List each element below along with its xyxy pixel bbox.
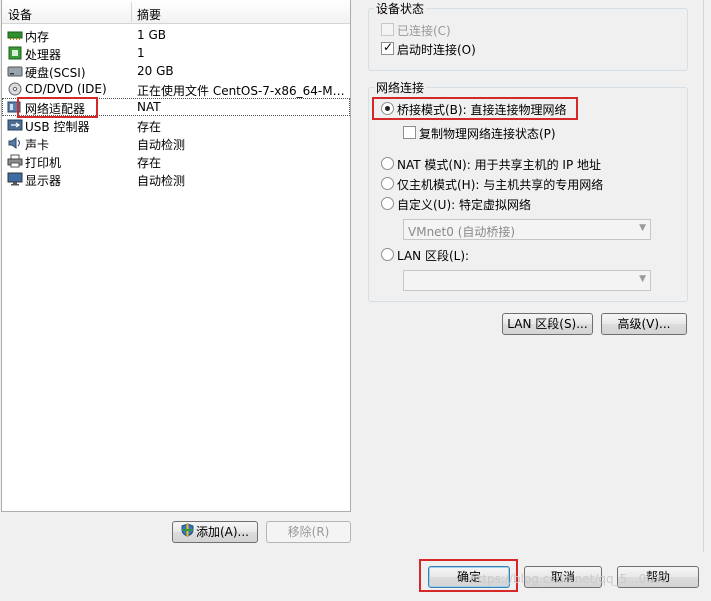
custom-radio[interactable] xyxy=(381,197,394,210)
lan-segments-button[interactable]: LAN 区段(S)... xyxy=(502,313,593,335)
harddisk-icon xyxy=(7,64,23,78)
device-status-group xyxy=(368,8,688,71)
device-list: 设备 摘要 内存 1 GB 处理器 1 硬盘(SCSI) 20 GB CD/DV… xyxy=(1,0,351,512)
custom-network-select[interactable]: VMnet0 (自动桥接) ▼ xyxy=(403,219,651,240)
replicate-state-checkbox[interactable] xyxy=(403,126,416,139)
cd-dvd-icon xyxy=(7,82,23,96)
checkmark-icon: ✓ xyxy=(383,40,394,54)
shield-icon xyxy=(181,522,194,543)
device-name: 硬盘(SCSI) xyxy=(25,66,86,80)
device-summary: NAT xyxy=(137,100,161,114)
radio-selected-dot xyxy=(385,106,390,111)
custom-label: 自定义(U): 特定虚拟网络 xyxy=(397,198,532,212)
network-adapter-icon xyxy=(7,100,23,114)
device-name: 声卡 xyxy=(25,138,50,152)
device-row-cd-dvd[interactable]: CD/DVD (IDE) 正在使用文件 CentOS-7-x86_64-Mi..… xyxy=(2,80,350,98)
custom-network-value: VMnet0 (自动桥接) xyxy=(408,225,516,239)
advanced-label: 高级(V)... xyxy=(617,317,671,331)
lan-segment-radio[interactable] xyxy=(381,248,394,261)
device-status-title: 设备状态 xyxy=(374,0,427,17)
device-list-header: 设备 摘要 xyxy=(2,0,350,24)
printer-icon xyxy=(7,154,23,168)
pane-edge xyxy=(703,0,704,552)
device-row-processor[interactable]: 处理器 1 xyxy=(2,44,350,62)
network-connection-title: 网络连接 xyxy=(374,79,427,96)
advanced-button[interactable]: 高级(V)... xyxy=(601,313,687,335)
device-row-memory[interactable]: 内存 1 GB xyxy=(2,26,350,44)
column-divider[interactable] xyxy=(131,2,132,22)
chevron-down-icon: ▼ xyxy=(639,223,646,233)
replicate-state-label: 复制物理网络连接状态(P) xyxy=(419,127,556,141)
display-icon xyxy=(7,172,23,186)
device-summary: 自动检测 xyxy=(137,174,186,188)
device-row-harddisk[interactable]: 硬盘(SCSI) 20 GB xyxy=(2,62,350,80)
nat-label: NAT 模式(N): 用于共享主机的 IP 地址 xyxy=(397,158,602,172)
connected-checkbox[interactable] xyxy=(381,23,394,36)
device-name: 网络适配器 xyxy=(25,102,86,116)
usb-icon xyxy=(7,118,23,132)
column-header-summary[interactable]: 摘要 xyxy=(137,6,161,23)
sound-card-icon xyxy=(7,136,23,150)
bridged-label: 桥接模式(B): 直接连接物理网络 xyxy=(397,103,567,117)
device-row-display[interactable]: 显示器 自动检测 xyxy=(2,170,350,188)
device-name: USB 控制器 xyxy=(25,120,90,134)
device-row-usb[interactable]: USB 控制器 存在 xyxy=(2,116,350,134)
watermark: https://blog.csdn.net/qq_5...0032 xyxy=(470,572,670,586)
lan-segment-select[interactable]: ▼ xyxy=(403,270,651,291)
remove-device-label: 移除(R) xyxy=(287,525,330,539)
nat-radio[interactable] xyxy=(381,157,394,170)
connected-label: 已连接(C) xyxy=(397,24,451,38)
device-name: 显示器 xyxy=(25,174,62,188)
device-summary: 存在 xyxy=(137,156,162,170)
host-only-label: 仅主机模式(H): 与主机共享的专用网络 xyxy=(397,178,604,192)
device-summary: 存在 xyxy=(137,120,162,134)
device-summary: 1 xyxy=(137,46,145,60)
processor-icon xyxy=(7,46,23,60)
lan-segment-label: LAN 区段(L): xyxy=(397,249,470,263)
device-summary: 1 GB xyxy=(137,28,166,42)
column-header-device[interactable]: 设备 xyxy=(8,6,32,23)
chevron-down-icon: ▼ xyxy=(639,274,646,284)
host-only-radio[interactable] xyxy=(381,177,394,190)
device-name: 处理器 xyxy=(25,48,62,62)
connect-on-startup-label: 启动时连接(O) xyxy=(397,43,476,57)
device-name: 打印机 xyxy=(25,156,62,170)
add-device-button[interactable]: 添加(A)... xyxy=(172,521,258,543)
device-row-printer[interactable]: 打印机 存在 xyxy=(2,152,350,170)
bridged-radio[interactable] xyxy=(381,102,394,115)
device-row-network-adapter[interactable]: 网络适配器 NAT xyxy=(2,98,350,116)
memory-icon xyxy=(7,28,23,42)
device-name: CD/DVD (IDE) xyxy=(25,82,107,96)
device-row-sound-card[interactable]: 声卡 自动检测 xyxy=(2,134,350,152)
remove-device-button[interactable]: 移除(R) xyxy=(266,521,351,543)
connect-on-startup-checkbox[interactable]: ✓ xyxy=(381,40,394,55)
device-summary: 正在使用文件 CentOS-7-x86_64-Mi... xyxy=(137,84,347,98)
add-device-label: 添加(A)... xyxy=(195,525,250,539)
device-summary: 自动检测 xyxy=(137,138,186,152)
device-summary: 20 GB xyxy=(137,64,174,78)
device-name: 内存 xyxy=(25,30,50,44)
lan-segments-label: LAN 区段(S)... xyxy=(507,317,588,331)
